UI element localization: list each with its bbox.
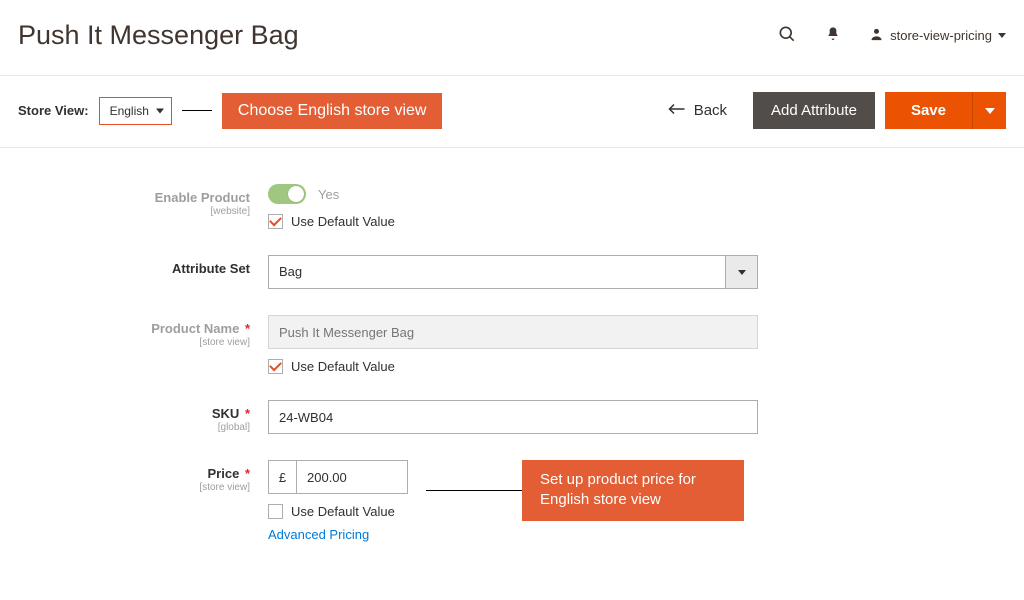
attribute-set-label: Attribute Set xyxy=(20,255,268,276)
product-name-input xyxy=(268,315,758,349)
search-icon[interactable] xyxy=(777,24,797,47)
callout-price: Set up product price for English store v… xyxy=(522,460,744,521)
save-button[interactable]: Save xyxy=(885,92,972,129)
callout-store-view: Choose English store view xyxy=(222,93,443,129)
product-name-use-default-label: Use Default Value xyxy=(291,359,395,374)
price-use-default-label: Use Default Value xyxy=(291,504,395,519)
product-name-use-default-checkbox[interactable] xyxy=(268,359,283,374)
back-label: Back xyxy=(694,102,727,119)
sku-input[interactable] xyxy=(268,400,758,434)
enable-product-toggle[interactable] xyxy=(268,184,306,204)
chevron-down-icon xyxy=(985,108,995,114)
price-use-default-checkbox[interactable] xyxy=(268,504,283,519)
enable-product-label: Enable Product [website] xyxy=(20,184,268,218)
sku-label: SKU * [global] xyxy=(20,400,268,434)
chevron-down-icon xyxy=(156,108,164,113)
chevron-down-icon xyxy=(998,33,1006,38)
enable-use-default-checkbox[interactable] xyxy=(268,214,283,229)
bell-icon[interactable] xyxy=(825,25,841,46)
price-input[interactable] xyxy=(296,460,408,494)
store-view-select[interactable]: English xyxy=(99,97,172,125)
attribute-set-select[interactable]: Bag xyxy=(268,255,758,289)
enable-product-value: Yes xyxy=(318,187,339,202)
back-button[interactable]: Back xyxy=(652,102,743,119)
page-title: Push It Messenger Bag xyxy=(18,20,299,51)
advanced-pricing-link[interactable]: Advanced Pricing xyxy=(268,527,369,542)
attribute-set-dropdown-button[interactable] xyxy=(725,256,757,288)
save-button-group: Save xyxy=(885,92,1006,129)
save-dropdown-button[interactable] xyxy=(972,92,1006,129)
user-name: store-view-pricing xyxy=(890,28,992,43)
header-actions: store-view-pricing xyxy=(777,24,1006,47)
add-attribute-button[interactable]: Add Attribute xyxy=(753,92,875,129)
price-label: Price * [store view] xyxy=(20,460,268,494)
callout-connector xyxy=(182,110,212,111)
user-menu[interactable]: store-view-pricing xyxy=(869,27,1006,45)
price-currency: £ xyxy=(268,460,296,494)
store-view-label: Store View: xyxy=(18,103,89,118)
chevron-down-icon xyxy=(738,270,746,275)
callout-connector xyxy=(426,490,522,491)
arrow-left-icon xyxy=(668,102,686,119)
attribute-set-value: Bag xyxy=(269,256,725,288)
user-icon xyxy=(869,27,884,45)
enable-use-default-label: Use Default Value xyxy=(291,214,395,229)
store-view-value: English xyxy=(110,104,149,118)
product-name-label: Product Name * [store view] xyxy=(20,315,268,349)
